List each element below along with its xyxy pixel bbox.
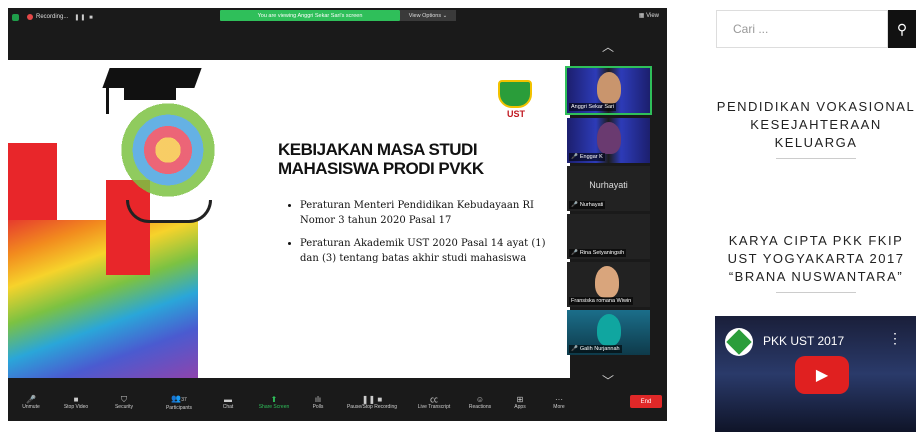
apps-icon: ⊞ [516, 394, 524, 404]
participants-button[interactable]: 👥37 Participants [150, 394, 208, 411]
record-dot-icon [27, 14, 33, 20]
play-icon: ▶ [815, 367, 829, 384]
graduation-cap-icon [102, 68, 202, 88]
participant-avatar [597, 122, 621, 154]
participant-name: Fransiska romana Wiwin [569, 297, 634, 305]
shield-icon: ⛉ [121, 394, 127, 404]
participant-big-label: Nurhayati [589, 180, 628, 190]
decor-red-block [106, 180, 150, 275]
participant-tile[interactable]: Fransiska romana Wiwin [567, 262, 650, 307]
view-button[interactable]: ▦ View [639, 12, 659, 19]
heading-divider [776, 158, 856, 159]
security-button[interactable]: ⛉ Security [98, 395, 150, 410]
kebab-menu-icon[interactable]: ⋮ [888, 330, 902, 347]
participant-name-row: 🎤 Enggar K [569, 153, 605, 161]
chevron-up-icon[interactable]: ︿ [600, 38, 616, 54]
ust-logo-text: UST [507, 109, 525, 119]
mic-muted-icon: 🎤 [571, 346, 578, 352]
participant-tile[interactable]: 🎤 Galih Nurjannah [567, 310, 650, 355]
slide-bullet: Peraturan Menteri Pendidikan Kebudayaan … [300, 198, 550, 228]
grid-icon: ▦ [638, 13, 647, 19]
mic-muted-icon: 🎤 [571, 202, 578, 208]
participant-tile[interactable]: Nurhayati 🎤 Nurhayati [567, 166, 650, 211]
cc-icon: ㏄ [430, 394, 438, 404]
share-screen-button[interactable]: ⬆ Share Screen [248, 395, 300, 410]
apps-button[interactable]: ⊞ Apps [500, 395, 540, 410]
video-camera-icon: ■ [73, 394, 79, 404]
shield-icon[interactable] [12, 13, 19, 21]
recording-label: Recording... [36, 14, 69, 20]
participant-tile[interactable]: 🎤 Enggar K [567, 118, 650, 163]
search-button[interactable]: ⚲ [888, 10, 916, 48]
ellipsis-icon: ··· [555, 394, 563, 404]
view-options-button[interactable]: View Options ⌄ [400, 10, 456, 21]
unmute-button[interactable]: 🎤 Unmute [8, 395, 54, 410]
shared-slide: UST KEBIJAKAN MASA STUDI MAHASISWA PRODI… [8, 60, 570, 378]
viewing-banner: You are viewing Anggri Sekar Sari's scre… [220, 10, 400, 21]
pause-recording-button[interactable]: ❚❚ ■ Pause/Stop Recording [336, 395, 408, 410]
search-icon: ⚲ [896, 20, 908, 37]
more-button[interactable]: ··· More [540, 395, 578, 410]
chevron-down-icon[interactable]: ﹀ [600, 372, 616, 388]
end-meeting-button[interactable]: End [630, 395, 662, 408]
channel-avatar-icon[interactable] [725, 328, 753, 356]
smiley-icon: ☺ [475, 394, 485, 404]
stop-video-button[interactable]: ■ Stop Video [54, 395, 98, 410]
participant-tile[interactable]: 🎤 Rina Setyaningsih [567, 214, 650, 259]
slide-bullet-list: Peraturan Menteri Pendidikan Kebudayaan … [288, 198, 550, 274]
participant-avatar [595, 266, 619, 298]
recording-controls[interactable]: ❚❚ ■ [74, 14, 93, 21]
mic-muted-icon: 🎤 [571, 250, 578, 256]
chat-icon: ▬ [224, 394, 232, 404]
sidebar-heading: PENDIDIKAN VOKASIONAL KESEJAHTERAAN KELU… [716, 98, 916, 159]
zoom-toolbar: 🎤 Unmute ■ Stop Video ⛉ Security 👥37 Par… [8, 391, 667, 413]
graduation-cap-base [124, 88, 176, 100]
reactions-button[interactable]: ☺ Reactions [460, 395, 500, 410]
sidebar-heading: KARYA CIPTA PKK FKIP UST YOGYAKARTA 2017… [716, 232, 916, 293]
education-icons-graphic [118, 100, 218, 200]
participant-avatar [597, 72, 621, 104]
participant-name: Anggri Sekar Sari [569, 103, 617, 111]
polls-icon: ılı [314, 394, 322, 404]
participant-name-row: 🎤 Rina Setyaningsih [569, 249, 627, 257]
open-book-icon [126, 200, 212, 223]
participants-icon: 👥37 [171, 393, 187, 403]
youtube-embed[interactable]: PKK UST 2017 ⋮ ▶ [715, 316, 916, 432]
play-button[interactable]: ▶ [795, 356, 849, 394]
ust-logo: UST [498, 80, 534, 120]
search-input[interactable]: Cari ... [716, 10, 888, 48]
slide-title: KEBIJAKAN MASA STUDI MAHASISWA PRODI PVK… [278, 140, 484, 178]
ust-shield-icon [498, 80, 532, 108]
chat-button[interactable]: ▬ Chat [208, 395, 248, 410]
participant-tile[interactable]: Anggri Sekar Sari [565, 66, 652, 115]
pause-stop-icon: ❚❚ ■ [361, 394, 383, 404]
heading-divider [776, 292, 856, 293]
participant-avatar [597, 314, 621, 346]
mic-muted-icon: 🎤 [26, 394, 36, 404]
participant-name-row: 🎤 Galih Nurjannah [569, 345, 622, 353]
live-transcript-button[interactable]: ㏄ Live Transcript [408, 395, 460, 410]
polls-button[interactable]: ılı Polls [300, 395, 336, 410]
share-screen-icon: ⬆ [270, 394, 278, 404]
video-title[interactable]: PKK UST 2017 [763, 334, 844, 348]
mic-muted-icon: 🎤 [571, 154, 578, 160]
slide-bullet: Peraturan Akademik UST 2020 Pasal 14 aya… [300, 236, 550, 266]
decor-rainbow [8, 220, 198, 378]
participant-name-row: 🎤 Nurhayati [569, 201, 606, 209]
zoom-topbar: Recording... ❚❚ ■ You are viewing Anggri… [8, 8, 667, 26]
